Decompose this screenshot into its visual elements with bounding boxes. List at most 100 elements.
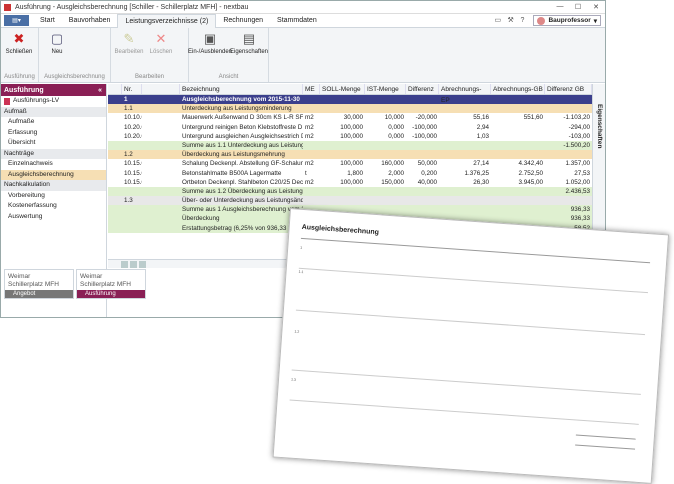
nav-item-uebersicht[interactable]: Übersicht: [1, 138, 106, 149]
table-cell: [108, 169, 122, 178]
table-cell: [142, 169, 180, 178]
column-header[interactable]: Nr.: [122, 84, 142, 94]
table-row[interactable]: 10.20.0020 Untergrund ausgleichen Ausglei…: [108, 132, 592, 141]
nav-item-kostenerfassung[interactable]: Kostenerfassung: [1, 201, 106, 212]
table-cell: [439, 141, 491, 150]
column-header[interactable]: [142, 84, 180, 94]
column-header[interactable]: Abrechnungs-EP: [439, 84, 491, 104]
tab-leistungsverzeichnisse[interactable]: Leistungsverzeichnisse (2): [117, 13, 217, 29]
table-cell: [365, 196, 406, 205]
table-cell: Betonstahlmatte B500A Lagermatte: [182, 169, 282, 177]
table-cell: Summe aus 1.1 Unterdeckung aus Leistungs…: [182, 141, 303, 149]
table-cell: 55,16: [473, 114, 489, 122]
file-menu-button[interactable]: ▤▾: [4, 15, 29, 26]
table-cell: [108, 95, 122, 104]
table-cell: Über- oder Unterdeckung aus Leistungsänd…: [182, 197, 303, 205]
table-row[interactable]: 10.20.0010 Untergrund reinigen Beton Kleb…: [108, 123, 592, 132]
tab-start[interactable]: Start: [33, 14, 62, 28]
table-cell: 1.052,00: [565, 178, 590, 186]
column-header[interactable]: IST-Menge: [365, 84, 406, 94]
column-header[interactable]: ME: [303, 84, 320, 94]
table-cell: 10,000: [384, 114, 404, 122]
report-title: Ausgleichsberechnung: [301, 223, 380, 237]
table-row[interactable]: 1.2 Überdeckung aus Leistungsmehrung: [108, 150, 592, 160]
table-cell: 1,03: [476, 132, 489, 140]
table-cell: 1.357,00: [565, 160, 590, 168]
tab-stammdaten[interactable]: Stammdaten: [270, 14, 324, 28]
report-rule: [575, 444, 636, 450]
table-cell: [365, 187, 406, 196]
table-cell: [491, 132, 545, 141]
window-controls: — ☐ ✕: [551, 3, 605, 11]
table-cell: Schalung Deckenpl. Abstellung GF-Schalun…: [182, 160, 303, 168]
table-cell: [491, 104, 545, 113]
table-cell: 100,000: [340, 160, 363, 168]
table-cell: [406, 187, 439, 196]
minimize-icon[interactable]: —: [551, 3, 569, 11]
doc-tab-angebot[interactable]: Weimar Schillerplatz MFH Angebot: [4, 269, 74, 299]
table-cell: 10.20.0020: [124, 132, 142, 140]
collapse-left-icon[interactable]: «: [98, 87, 102, 94]
tab-rechnungen[interactable]: Rechnungen: [216, 14, 270, 28]
table-cell: 4.342,40: [518, 160, 543, 168]
table-cell: [320, 150, 365, 159]
user-name: Bauprofessor: [548, 17, 591, 24]
table-cell: 2,94: [476, 123, 489, 131]
table-cell: [491, 123, 545, 132]
column-header[interactable]: Bezeichnung: [180, 84, 303, 94]
table-cell: -100,000: [412, 123, 437, 131]
table-row[interactable]: 10.15.0015 Schalung Deckenpl. Abstellung …: [108, 159, 592, 168]
table-row[interactable]: 1 Ausgleichsberechnung vom 2015-11-30: [108, 95, 592, 105]
table-cell: [108, 205, 122, 214]
nav-item-auswertung[interactable]: Auswertung: [1, 212, 106, 223]
table-cell: [545, 104, 592, 113]
column-header[interactable]: Differenz: [406, 84, 439, 94]
nav-item-erfassung[interactable]: Erfassung: [1, 128, 106, 139]
column-header[interactable]: SOLL-Menge: [320, 84, 365, 94]
tab-bauvorhaben[interactable]: Bauvorhaben: [62, 14, 118, 28]
table-cell: [108, 214, 122, 223]
table-cell: [406, 150, 439, 159]
table-cell: 10.10.0010: [124, 114, 142, 122]
table-row[interactable]: 1.1 Unterdeckung aus Leistungsminderung: [108, 104, 592, 114]
table-cell: [142, 187, 180, 196]
nav-item-aufmasse[interactable]: Aufmaße: [1, 117, 106, 128]
user-menu[interactable]: Bauprofessor ▾: [533, 15, 601, 26]
column-header[interactable]: Differenz GB: [545, 84, 592, 94]
table-cell: [406, 196, 439, 205]
wrench-icon[interactable]: ⚒: [507, 17, 515, 25]
nav-item-ausfuehrungs-lv[interactable]: Ausführungs-LV: [1, 96, 106, 107]
nav-item-ausgleichsberechnung[interactable]: Ausgleichsberechnung: [1, 169, 106, 180]
maximize-icon[interactable]: ☐: [569, 3, 587, 11]
app-icon: [4, 3, 11, 11]
table-cell: [303, 150, 320, 159]
print-icon[interactable]: ▭: [494, 17, 502, 25]
column-header[interactable]: Abrechnungs-GB: [491, 84, 545, 94]
nav-item-vorbereitung[interactable]: Vorbereitung: [1, 191, 106, 202]
report-rule: [289, 399, 639, 425]
doc-tab-ausfuehrung[interactable]: Weimar Schillerplatz MFH Ausführung: [76, 269, 146, 299]
table-row[interactable]: 10.10.0010 Mauerwerk Außenwand D 30cm KS …: [108, 113, 592, 122]
first-page-icon[interactable]: [121, 260, 128, 268]
prev-page-icon[interactable]: [130, 260, 137, 268]
next-page-icon[interactable]: [139, 260, 146, 268]
table-row[interactable]: Summe aus 1.1 Unterdeckung aus Leistungs…: [108, 140, 592, 151]
table-cell: [142, 132, 180, 141]
nav-item-einzelnachweis[interactable]: Einzelnachweis: [1, 159, 106, 170]
table-cell: [545, 95, 592, 104]
table-cell: [491, 196, 545, 205]
report-line: 1.3: [290, 377, 297, 382]
table-cell: 10.15.0040: [124, 178, 142, 186]
help-icon[interactable]: ?: [520, 17, 528, 25]
table-row[interactable]: 10.15.0040 Ortbeton Deckenpl. Stahlbeton …: [108, 178, 592, 187]
table-cell: 10.15.0025: [124, 169, 142, 177]
window-title: Ausführung - Ausgleichsberechnung [Schil…: [15, 3, 249, 11]
table-cell: Unterdeckung aus Leistungsminderung: [182, 105, 292, 113]
table-row[interactable]: 1.3 Über- oder Unterdeckung aus Leistungs…: [108, 196, 592, 206]
column-header[interactable]: [108, 84, 122, 94]
table-cell: [365, 150, 406, 159]
table-row[interactable]: 10.15.0025 Betonstahlmatte B500A Lagermat…: [108, 169, 592, 178]
table-cell: [122, 187, 142, 196]
close-window-icon[interactable]: ✕: [587, 3, 605, 11]
table-row[interactable]: Summe aus 1.2 Überdeckung aus Leistungsm…: [108, 186, 592, 197]
